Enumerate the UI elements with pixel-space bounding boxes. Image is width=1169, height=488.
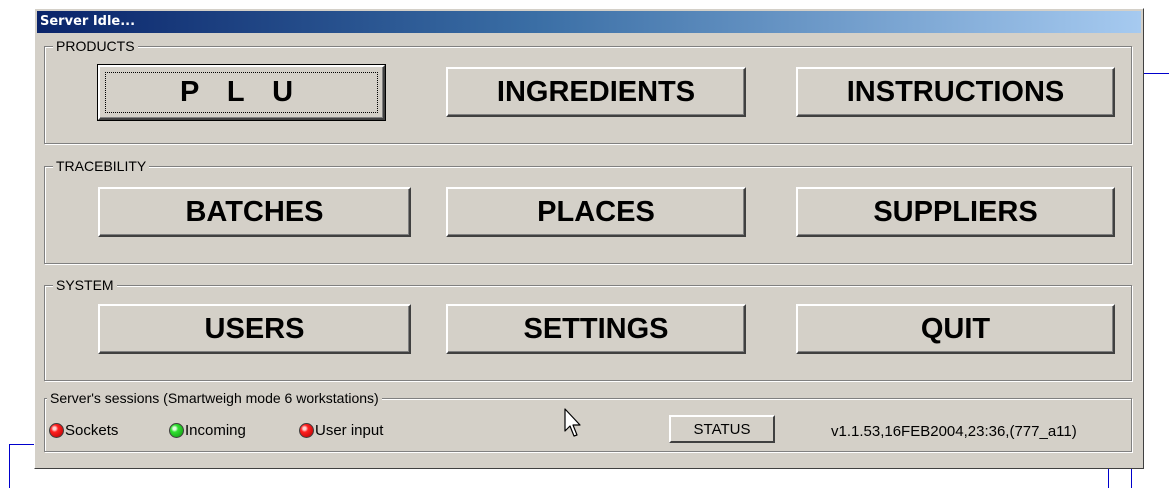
sockets-led-icon (49, 423, 64, 438)
settings-button[interactable]: SETTINGS (446, 304, 746, 354)
sockets-label: Sockets (65, 422, 119, 439)
instructions-button-label: INSTRUCTIONS (846, 75, 1065, 108)
user-input-indicator: User input (299, 422, 383, 439)
quit-button-label: QUIT (920, 312, 991, 345)
users-button[interactable]: USERS (98, 304, 411, 354)
places-button-label: PLACES (537, 195, 655, 228)
sockets-indicator: Sockets (49, 422, 118, 439)
status-button[interactable]: STATUS (669, 415, 775, 443)
instructions-button[interactable]: INSTRUCTIONS (796, 67, 1115, 117)
system-group-label: SYSTEM (53, 276, 117, 294)
system-group: SYSTEM USERS SETTINGS QUIT (44, 276, 1132, 381)
products-group-label: PRODUCTS (53, 37, 138, 55)
user-input-label: User input (315, 422, 384, 439)
server-window: Server Idle... PRODUCTS P L U INGREDIENT… (34, 8, 1144, 469)
user-input-led-icon (299, 423, 314, 438)
sessions-group-label: Server's sessions (Smartweigh mode 6 wor… (47, 389, 382, 407)
incoming-label: Incoming (185, 422, 246, 439)
ingredients-button-label: INGREDIENTS (496, 75, 696, 108)
batches-button[interactable]: BATCHES (98, 187, 411, 237)
incoming-indicator: Incoming (169, 422, 246, 439)
mouse-pointer-icon (564, 408, 581, 437)
users-button-label: USERS (204, 312, 305, 345)
sessions-group: Server's sessions (Smartweigh mode 6 wor… (44, 389, 1132, 452)
batches-button-label: BATCHES (185, 195, 324, 228)
settings-button-label: SETTINGS (523, 312, 669, 345)
suppliers-button[interactable]: SUPPLIERS (796, 187, 1115, 237)
plu-button-label: P L U (179, 76, 304, 108)
plu-button[interactable]: P L U (97, 64, 386, 121)
version-text: v1.1.53,16FEB2004,23:36,(777_a11) (831, 423, 1077, 440)
status-button-label: STATUS (693, 420, 751, 438)
products-group: PRODUCTS P L U INGREDIENTS INSTRUCTIONS (44, 37, 1132, 144)
places-button[interactable]: PLACES (446, 187, 746, 237)
quit-button[interactable]: QUIT (796, 304, 1115, 354)
tracebility-group: TRACEBILITY BATCHES PLACES SUPPLIERS (44, 157, 1132, 264)
tracebility-group-label: TRACEBILITY (53, 157, 150, 175)
incoming-led-icon (169, 423, 184, 438)
title-bar: Server Idle... (37, 11, 1141, 33)
guide-line-left-vertical (9, 444, 10, 488)
ingredients-button[interactable]: INGREDIENTS (446, 67, 746, 117)
suppliers-button-label: SUPPLIERS (873, 195, 1038, 228)
